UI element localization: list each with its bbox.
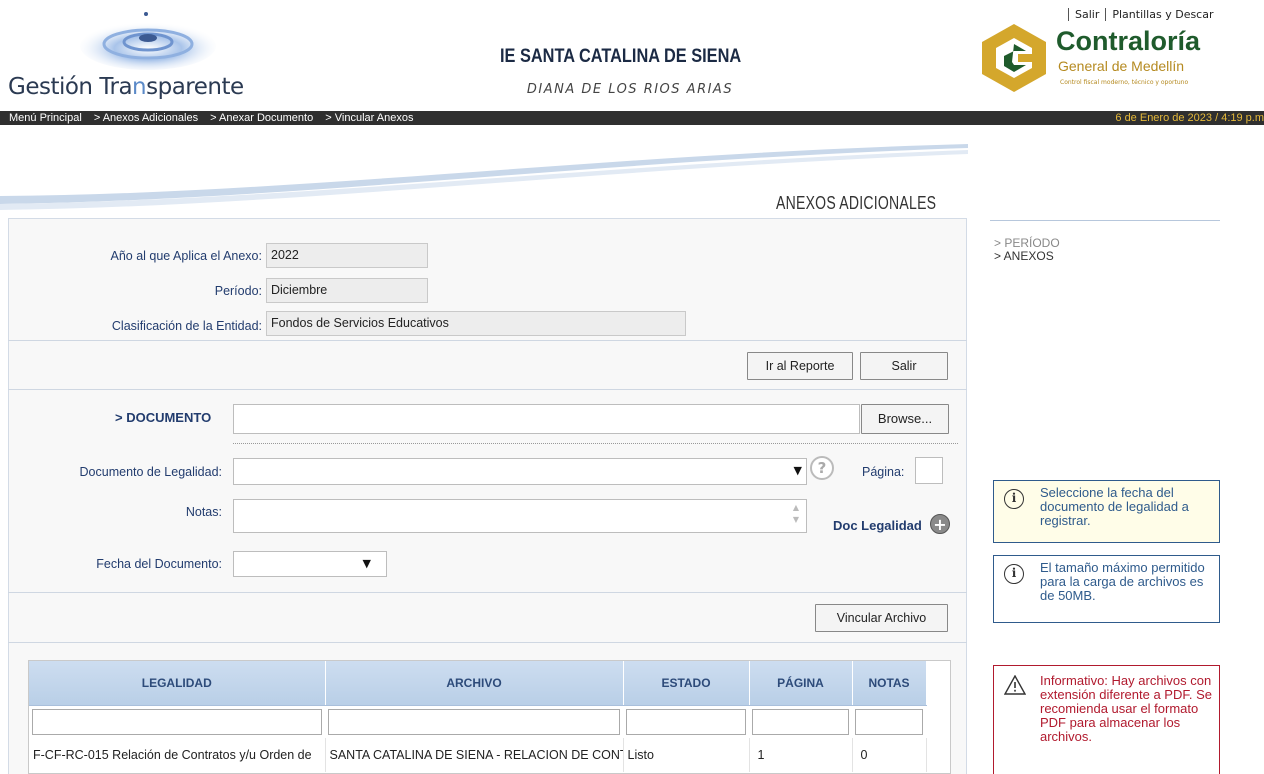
- warning-triangle-icon: [1004, 675, 1026, 695]
- legality-document-label: Documento de Legalidad:: [79, 465, 222, 479]
- cell-archivo: SANTA CATALINA DE SIENA - RELACION DE CO…: [325, 738, 624, 772]
- table-row[interactable]: F-CF-RC-015 Relación de Contratos y/u Or…: [29, 738, 927, 772]
- page-title: ANEXOS ADICIONALES: [776, 193, 937, 213]
- document-file-input[interactable]: [233, 404, 860, 434]
- contraloria-logo-icon: [982, 24, 1046, 92]
- top-links: Salir Plantillas y Descar: [1068, 8, 1220, 21]
- filter-pagina-input[interactable]: [752, 708, 849, 735]
- filter-estado-input[interactable]: [626, 708, 746, 735]
- column-header-notas[interactable]: NOTAS: [852, 661, 927, 706]
- brand-name: Gestión Transparente: [8, 74, 244, 100]
- contraloria-title: Contraloría: [1056, 26, 1201, 56]
- breadcrumb: Menú Principal > Anexos Adicionales > An…: [0, 111, 1264, 125]
- classification-label: Clasificación de la Entidad:: [111, 319, 262, 333]
- notes-scrollbar[interactable]: ▲ ▼: [788, 502, 804, 530]
- link-file-button[interactable]: Vincular Archivo: [815, 604, 948, 632]
- year-field: 2022: [266, 243, 428, 268]
- classification-field: Fondos de Servicios Educativos: [266, 311, 686, 336]
- divider: [8, 389, 967, 390]
- chevron-down-icon[interactable]: ▼: [363, 557, 371, 570]
- info-box-date: i Seleccione la fecha del documento de l…: [993, 480, 1220, 543]
- warning-box: Informativo: Hay archivos con extensión …: [993, 665, 1220, 774]
- user-name: DIANA DE LOS RIOS ARIAS: [526, 82, 734, 97]
- period-label: Período:: [214, 284, 262, 298]
- filter-archivo-input[interactable]: [328, 708, 620, 735]
- info-box-date-text: Seleccione la fecha del documento de leg…: [1040, 485, 1189, 528]
- filter-notas-input[interactable]: [855, 708, 923, 735]
- breadcrumb-additional-annexes[interactable]: > Anexos Adicionales: [85, 112, 198, 124]
- filter-legalidad-input[interactable]: [32, 708, 322, 735]
- notes-label: Notas:: [185, 505, 222, 519]
- page-input[interactable]: [915, 457, 943, 484]
- document-label: > DOCUMENTO: [115, 410, 212, 425]
- institution-name: IE SANTA CATALINA DE SIENA: [500, 46, 742, 67]
- help-icon[interactable]: ?: [810, 456, 834, 480]
- document-date-label: Fecha del Documento:: [96, 557, 222, 571]
- contraloria-subtitle: General de Medellín: [1058, 58, 1185, 74]
- document-date-select[interactable]: ▼: [233, 551, 387, 577]
- cell-legalidad: F-CF-RC-015 Relación de Contratos y/u Or…: [29, 738, 326, 772]
- browse-button[interactable]: Browse...: [861, 404, 949, 434]
- contraloria-tagline: Control fiscal moderno, técnico y oportu…: [1060, 79, 1189, 86]
- side-steps: > PERÍODO > ANEXOS: [994, 237, 1060, 263]
- exit-link[interactable]: Salir: [1068, 8, 1105, 21]
- column-header-pagina[interactable]: PÁGINA: [749, 661, 853, 706]
- templates-link[interactable]: Plantillas y Descar: [1105, 8, 1219, 21]
- table-header-row: LEGALIDAD ARCHIVO ESTADO PÁGINA NOTAS: [29, 661, 927, 706]
- filter-row: [29, 705, 926, 738]
- year-label: Año al que Aplica el Anexo:: [110, 249, 262, 263]
- page-label: Página:: [862, 465, 905, 479]
- legality-document-select[interactable]: ▼: [233, 458, 807, 485]
- info-box-max-size: i El tamaño máximo permitido para la car…: [993, 555, 1220, 623]
- divider: [990, 220, 1220, 221]
- chevron-down-icon[interactable]: ▼: [794, 464, 802, 477]
- divider: [8, 340, 967, 341]
- step-annexes[interactable]: > ANEXOS: [994, 250, 1060, 263]
- annexes-table: LEGALIDAD ARCHIVO ESTADO PÁGINA NOTAS F-…: [28, 660, 951, 774]
- current-date: 6 de Enero de 2023 / 4:19 p.m: [1115, 112, 1264, 124]
- info-icon: i: [1004, 564, 1024, 584]
- breadcrumb-attach-document[interactable]: > Anexar Documento: [201, 112, 313, 124]
- breadcrumb-main-menu[interactable]: Menú Principal: [0, 112, 82, 124]
- gestion-transparente-logo-icon: [80, 12, 216, 70]
- notes-textarea[interactable]: [233, 499, 807, 533]
- info-box-max-size-text: El tamaño máximo permitido para la carga…: [1040, 560, 1205, 603]
- warning-text: Informativo: Hay archivos con extensión …: [1040, 673, 1212, 744]
- divider: [233, 443, 958, 444]
- exit-button[interactable]: Salir: [860, 352, 948, 380]
- column-header-estado[interactable]: ESTADO: [623, 661, 750, 706]
- info-icon: i: [1004, 489, 1024, 509]
- plus-circle-icon[interactable]: +: [930, 514, 950, 534]
- divider: [8, 642, 967, 643]
- cell-estado: Listo: [623, 738, 750, 772]
- period-field: Diciembre: [266, 278, 428, 303]
- divider: [8, 592, 967, 593]
- breadcrumb-link-annexes[interactable]: > Vincular Anexos: [316, 112, 413, 124]
- column-header-archivo[interactable]: ARCHIVO: [325, 661, 624, 706]
- go-to-report-button[interactable]: Ir al Reporte: [747, 352, 853, 380]
- legality-document-add-label[interactable]: Doc Legalidad: [833, 518, 922, 533]
- column-header-legalidad[interactable]: LEGALIDAD: [29, 661, 326, 706]
- cell-notas: 0: [852, 738, 927, 772]
- cell-pagina: 1: [749, 738, 853, 772]
